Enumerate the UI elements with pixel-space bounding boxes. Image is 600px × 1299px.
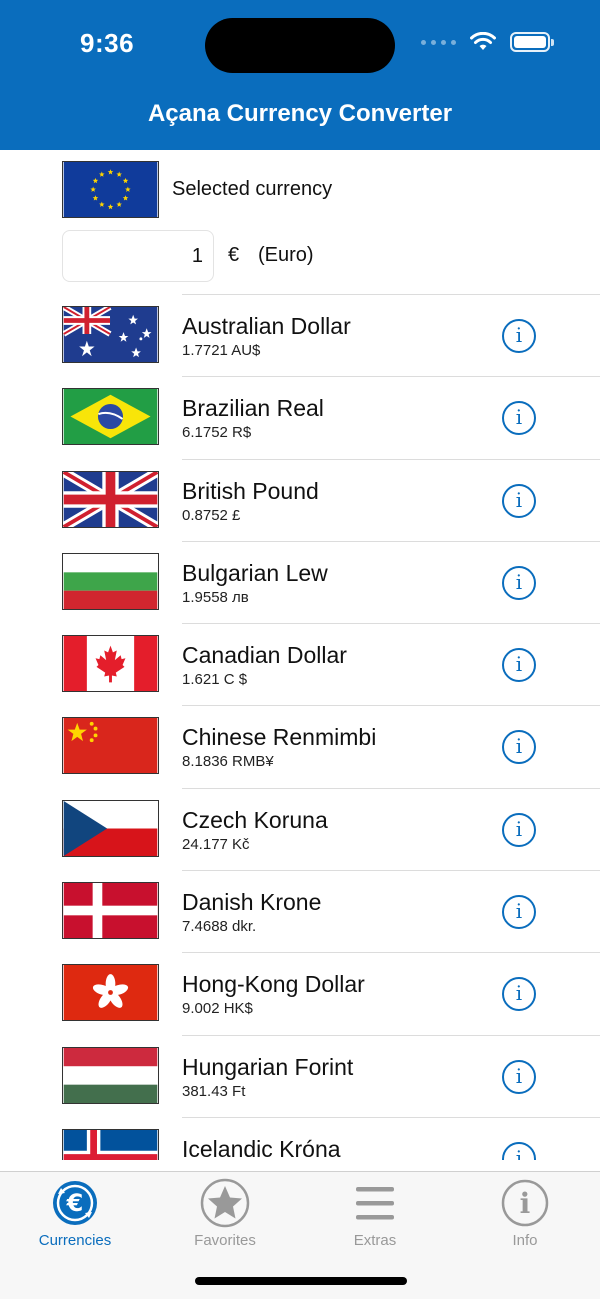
hongkong-flag-icon: [62, 964, 159, 1022]
star-icon: [200, 1178, 250, 1228]
list-item[interactable]: Canadian Dollar 1.621 C $ i: [62, 623, 600, 705]
currency-name: Hungarian Forint: [182, 1053, 354, 1080]
currency-rate: 9.002 HK$: [182, 1000, 253, 1018]
info-icon[interactable]: i: [502, 895, 536, 930]
amount-field-container[interactable]: [62, 230, 214, 282]
list-item[interactable]: Chinese Renmimbi 8.1836 RMB¥ i: [62, 705, 600, 787]
currency-rate: 1.621 C $: [182, 671, 248, 689]
china-flag-icon: [62, 717, 159, 775]
list-item[interactable]: Czech Koruna 24.177 Kč i: [62, 787, 600, 870]
currency-rate: 24.177 Kč: [182, 835, 250, 853]
info-icon[interactable]: i: [502, 483, 536, 518]
wifi-icon: [470, 32, 496, 50]
list-item[interactable]: Danish Krone 7.4688 dkr. i: [62, 870, 600, 952]
info-icon[interactable]: i: [502, 565, 536, 600]
iceland-flag-icon: [62, 1128, 159, 1160]
list-item[interactable]: Hong-Kong Dollar 9.002 HK$ i: [62, 952, 600, 1034]
page-title: Açana Currency Converter: [147, 100, 453, 127]
currency-name: Chinese Renmimbi: [182, 724, 377, 751]
selected-currency-label: Selected currency: [172, 178, 333, 200]
tab-currencies[interactable]: € Currencies: [0, 1178, 150, 1249]
canada-flag-icon: [62, 635, 159, 693]
currency-name: Czech Koruna: [182, 806, 328, 833]
list-item[interactable]: Brazilian Real 6.1752 R$ i: [62, 376, 600, 458]
eu-flag-icon: [62, 161, 159, 218]
tab-info[interactable]: i Info: [450, 1178, 600, 1249]
info-icon[interactable]: i: [502, 730, 536, 765]
battery-icon: [510, 32, 554, 52]
currency-name: (Euro): [258, 244, 314, 266]
header-bar: 9:36 Açana Currency Converter: [0, 0, 600, 150]
svg-text:i: i: [520, 1187, 531, 1220]
list-item[interactable]: Australian Dollar 1.7721 AU$ i: [62, 294, 600, 376]
tab-label: Favorites: [194, 1232, 256, 1249]
list-item[interactable]: Bulgarian Lew 1.9558 лв i: [62, 540, 600, 623]
currency-name: Bulgarian Lew: [182, 559, 328, 586]
tab-label: Info: [512, 1232, 538, 1249]
info-icon[interactable]: i: [502, 401, 536, 436]
info-icon[interactable]: i: [502, 812, 536, 847]
currency-name: Brazilian Real: [182, 395, 324, 422]
currency-rate: 1.9558 лв: [182, 588, 249, 606]
info-icon: i: [501, 1179, 549, 1227]
currency-name: British Pound: [182, 477, 319, 504]
czech-flag-icon: [62, 799, 159, 857]
currency-rate: 8.1836 RMB¥: [182, 753, 274, 771]
list-item[interactable]: British Pound 0.8752 £ i: [62, 458, 600, 541]
tab-extras[interactable]: Extras: [300, 1178, 450, 1249]
currency-symbol: €: [228, 244, 240, 266]
signal-icon: [421, 39, 456, 45]
currency-name: Danish Krone: [182, 889, 322, 916]
currency-name: Australian Dollar: [182, 313, 351, 339]
svg-text:€: €: [66, 1189, 84, 1217]
australia-flag-icon: [62, 306, 159, 363]
info-icon[interactable]: i: [502, 977, 536, 1012]
tab-favorites[interactable]: Favorites: [150, 1178, 300, 1249]
amount-input[interactable]: [63, 231, 213, 281]
menu-lines-icon: [356, 1187, 394, 1220]
dynamic-island: [205, 18, 395, 73]
home-indicator[interactable]: [195, 1277, 407, 1285]
status-time: 9:36: [80, 28, 135, 58]
list-item[interactable]: Icelandic Króna i: [62, 1116, 600, 1160]
currency-name: Canadian Dollar: [182, 642, 347, 669]
tab-label: Currencies: [38, 1232, 112, 1249]
status-icons: [421, 32, 554, 52]
currency-name: Icelandic Króna: [182, 1135, 341, 1160]
bulgaria-flag-icon: [62, 552, 159, 610]
hungary-flag-icon: [62, 1046, 159, 1104]
currencies-icon: €: [53, 1181, 97, 1225]
currency-list[interactable]: Australian Dollar 1.7721 AU$ i Brazilian…: [0, 294, 600, 1160]
tab-label: Extras: [353, 1232, 397, 1249]
info-icon[interactable]: i: [502, 1059, 536, 1094]
currency-rate: 6.1752 R$: [182, 424, 252, 442]
currency-rate: 381.43 Ft: [182, 1082, 246, 1100]
currency-rate: 0.8752 £: [182, 506, 241, 524]
uk-flag-icon: [62, 470, 159, 528]
denmark-flag-icon: [62, 882, 159, 940]
brazil-flag-icon: [62, 388, 159, 446]
info-icon[interactable]: i: [502, 319, 536, 353]
info-icon[interactable]: i: [502, 648, 536, 683]
currency-rate: 7.4688 dkr.: [182, 918, 257, 936]
info-icon[interactable]: i: [502, 1141, 536, 1160]
list-item[interactable]: Hungarian Forint 381.43 Ft i: [62, 1034, 600, 1117]
currency-name: Hong-Kong Dollar: [182, 971, 365, 998]
currency-rate: 1.7721 AU$: [182, 342, 261, 359]
